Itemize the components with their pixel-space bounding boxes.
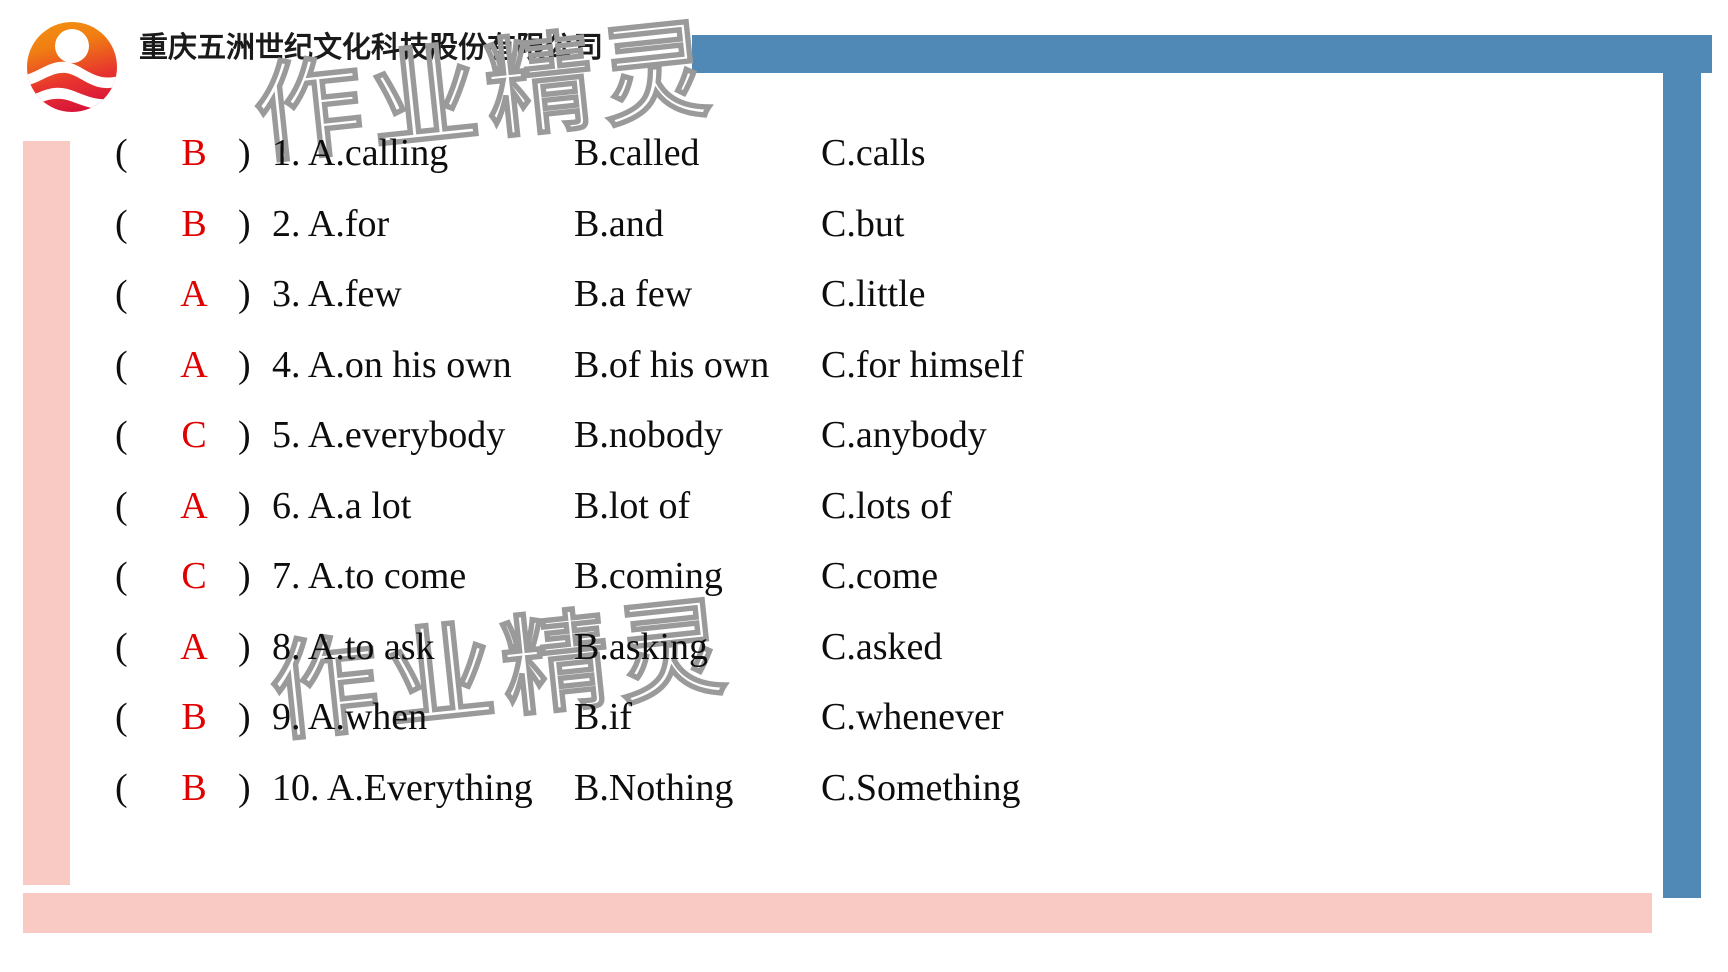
answer-bracket-close: ): [238, 625, 251, 668]
multiple-choice-question-list: ( B) 1. A.calling B.called C.calls ( B) 2. A.fo…: [0, 118, 1728, 823]
question-row: ( A) 3. A.few B.a few C.little: [0, 259, 1728, 330]
question-number: 1.: [272, 132, 301, 174]
answer-letter[interactable]: A: [172, 330, 216, 401]
option-a-label: A.to ask: [307, 625, 435, 668]
option-a-label: A.when: [307, 696, 428, 738]
answer-letter[interactable]: B: [172, 682, 216, 753]
answer-bracket-open: (: [115, 202, 128, 245]
answer-bracket-close: ): [238, 132, 251, 174]
question-number: 9.: [272, 696, 301, 738]
answer-bracket-open: (: [115, 696, 128, 738]
question-number: 3.: [272, 273, 301, 315]
answer-letter[interactable]: C: [172, 541, 216, 612]
question-row: ( C) 7. A.to come B.coming C.come: [0, 541, 1728, 612]
answer-bracket-close: ): [238, 343, 251, 386]
option-a[interactable]: 4. A.on his own: [272, 330, 512, 401]
option-b[interactable]: B.coming: [574, 541, 723, 612]
option-c[interactable]: C.lots of: [821, 471, 952, 542]
option-a[interactable]: 1. A.calling: [272, 118, 448, 189]
option-c[interactable]: C.for himself: [821, 330, 1024, 401]
option-a[interactable]: 8. A.to ask: [272, 612, 435, 683]
answer-bracket-open: (: [115, 766, 128, 809]
option-c[interactable]: C.calls: [821, 118, 925, 189]
option-b[interactable]: B.a few: [574, 259, 692, 330]
question-number: 6.: [272, 484, 301, 527]
option-a-label: A.a lot: [307, 484, 412, 527]
option-a-label: A.on his own: [307, 343, 512, 386]
answer-bracket-open: (: [115, 273, 128, 315]
answer-bracket-open: (: [115, 555, 128, 597]
answer-bracket-close: ): [238, 555, 251, 597]
question-number: 4.: [272, 343, 301, 386]
option-a[interactable]: 6. A.a lot: [272, 471, 411, 542]
option-a-label: A.to come: [307, 555, 467, 597]
option-a[interactable]: 10. A.Everything: [272, 753, 533, 824]
option-c[interactable]: C.but: [821, 189, 904, 260]
worksheet-page: 重庆五洲世纪文化科技股份有限公司 作业精灵 作业精灵 (B) 1. A.calli…: [0, 0, 1728, 972]
question-number: 5.: [272, 414, 301, 456]
option-c[interactable]: C.asked: [821, 612, 942, 683]
question-number: 8.: [272, 625, 301, 668]
answer-letter[interactable]: A: [172, 612, 216, 683]
option-a[interactable]: 2. A.for: [272, 189, 389, 260]
option-c[interactable]: C.whenever: [821, 682, 1004, 753]
question-row: ( A) 4. A.on his own B.of his own C.for hims…: [0, 330, 1728, 401]
option-b[interactable]: B.nobody: [574, 400, 723, 471]
answer-bracket-close: ): [238, 414, 251, 456]
question-row: ( B) 10. A.Everything B.Nothing C.Something: [0, 753, 1728, 824]
option-c[interactable]: C.anybody: [821, 400, 987, 471]
question-row: ( A) 8. A.to ask B.asking C.asked: [0, 612, 1728, 683]
option-a-label: A.everybody: [307, 414, 506, 456]
answer-letter[interactable]: B: [172, 753, 216, 824]
question-number: 10.: [272, 766, 320, 809]
option-c[interactable]: C.little: [821, 259, 926, 330]
question-row: ( B) 2. A.for B.and C.but: [0, 189, 1728, 260]
top-blue-accent-bar: [692, 35, 1712, 73]
option-a[interactable]: 5. A.everybody: [272, 400, 505, 471]
option-a-label: A.calling: [307, 132, 449, 174]
answer-bracket-close: ): [238, 696, 251, 738]
question-row: ( B) 1. A.calling B.called C.calls: [0, 118, 1728, 189]
answer-bracket-open: (: [115, 625, 128, 668]
answer-bracket-close: ): [238, 273, 251, 315]
answer-letter[interactable]: C: [172, 400, 216, 471]
answer-letter[interactable]: B: [172, 118, 216, 189]
option-a[interactable]: 3. A.few: [272, 259, 402, 330]
answer-letter[interactable]: A: [172, 471, 216, 542]
answer-bracket-close: ): [238, 766, 251, 809]
question-number: 7.: [272, 555, 301, 597]
option-c[interactable]: C.come: [821, 541, 938, 612]
option-a-label: A.for: [307, 202, 390, 245]
option-b[interactable]: B.Nothing: [574, 753, 733, 824]
answer-bracket-close: ): [238, 202, 251, 245]
answer-bracket-open: (: [115, 414, 128, 456]
answer-bracket-open: (: [115, 484, 128, 527]
answer-bracket-open: (: [115, 132, 128, 174]
option-b[interactable]: B.of his own: [574, 330, 769, 401]
company-name-title: 重庆五洲世纪文化科技股份有限公司: [139, 30, 604, 64]
option-b[interactable]: B.asking: [574, 612, 708, 683]
answer-letter[interactable]: A: [172, 259, 216, 330]
option-a[interactable]: 9. A.when: [272, 682, 427, 753]
option-a[interactable]: 7. A.to come: [272, 541, 466, 612]
sun-wave-circle-logo-icon: [18, 12, 126, 120]
option-b[interactable]: B.lot of: [574, 471, 690, 542]
answer-letter[interactable]: B: [172, 189, 216, 260]
question-row: ( A) 6. A.a lot B.lot of C.lots of: [0, 471, 1728, 542]
question-row: ( C) 5. A.everybody B.nobody C.anybody: [0, 400, 1728, 471]
bottom-pink-accent-bar: [23, 893, 1652, 933]
option-a-label: A.few: [307, 273, 402, 315]
answer-bracket-close: ): [238, 484, 251, 527]
option-b[interactable]: B.and: [574, 189, 664, 260]
option-a-label: A.Everything: [326, 766, 533, 809]
option-c[interactable]: C.Something: [821, 753, 1021, 824]
option-b[interactable]: B.if: [574, 682, 632, 753]
option-b[interactable]: B.called: [574, 118, 700, 189]
question-number: 2.: [272, 202, 301, 245]
question-row: ( B) 9. A.when B.if C.whenever: [0, 682, 1728, 753]
answer-bracket-open: (: [115, 343, 128, 386]
